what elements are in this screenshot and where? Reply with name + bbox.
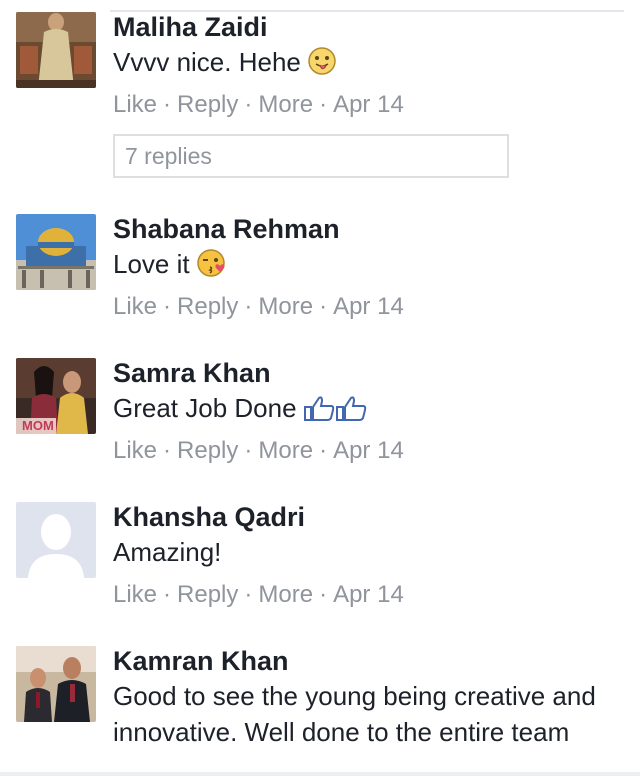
view-replies-button[interactable]: 7 replies xyxy=(113,134,509,178)
comment-meta: Like · Reply · More · Apr 14 xyxy=(113,437,404,464)
comment-text: Amazing! xyxy=(113,537,222,567)
comment-text: Good to see the young being creative and… xyxy=(113,681,596,747)
bottom-divider xyxy=(0,772,640,776)
comment-text: Vvvv nice. Hehe xyxy=(113,44,624,80)
avatar-caption: MOM xyxy=(22,418,54,433)
tongue-out-emoji-icon xyxy=(307,46,337,76)
kissing-wink-emoji-icon xyxy=(196,248,228,278)
commenter-name[interactable]: Kamran Khan xyxy=(113,646,624,676)
default-avatar-icon xyxy=(16,502,96,578)
comment-item: MOM Samra Khan Great Job Done Like · Reply… xyxy=(16,358,624,478)
reply-link[interactable]: Reply xyxy=(177,91,238,118)
commenter-name[interactable]: Shabana Rehman xyxy=(113,214,624,244)
comment-meta: Like · Reply · More · Apr 14 xyxy=(113,91,404,118)
comment-text: Love it xyxy=(113,246,624,282)
comment-text-content: Great Job Done xyxy=(113,393,297,423)
like-link[interactable]: Like xyxy=(113,437,157,464)
comment-text-content: Vvvv nice. Hehe xyxy=(113,47,301,77)
comment-date[interactable]: Apr 14 xyxy=(333,293,404,320)
more-link[interactable]: More xyxy=(258,293,313,320)
comment-date[interactable]: Apr 14 xyxy=(333,581,404,608)
comment-date[interactable]: Apr 14 xyxy=(333,437,404,464)
comment-item: Khansha Qadri Amazing! Like · Reply · More · A… xyxy=(16,502,624,622)
avatar[interactable] xyxy=(16,502,96,578)
more-link[interactable]: More xyxy=(258,581,313,608)
commenter-name[interactable]: Maliha Zaidi xyxy=(113,12,624,42)
avatar-photo xyxy=(16,214,96,290)
comment-item: Kamran Khan Good to see the young being … xyxy=(16,646,624,772)
reply-link[interactable]: Reply xyxy=(177,437,238,464)
commenter-name[interactable]: Samra Khan xyxy=(113,358,624,388)
avatar-photo xyxy=(16,12,96,88)
more-link[interactable]: More xyxy=(258,437,313,464)
avatar[interactable] xyxy=(16,646,96,722)
comment-text-content: Love it xyxy=(113,249,190,279)
reply-link[interactable]: Reply xyxy=(177,581,238,608)
comment-meta: Like · Reply · More · Apr 14 xyxy=(113,581,404,608)
avatar[interactable] xyxy=(16,214,96,290)
commenter-name[interactable]: Khansha Qadri xyxy=(113,502,624,532)
like-link[interactable]: Like xyxy=(113,91,157,118)
comment-text: Great Job Done xyxy=(113,390,624,426)
comment-meta: Like · Reply · More · Apr 14 xyxy=(113,293,404,320)
comment-item: Maliha Zaidi Vvvv nice. Hehe Like · Reply ·… xyxy=(16,12,624,182)
comment-date[interactable]: Apr 14 xyxy=(333,91,404,118)
thumbs-up-emoji-icon xyxy=(303,394,367,422)
more-link[interactable]: More xyxy=(258,91,313,118)
like-link[interactable]: Like xyxy=(113,293,157,320)
avatar[interactable] xyxy=(16,12,96,88)
like-link[interactable]: Like xyxy=(113,581,157,608)
avatar-photo xyxy=(16,646,96,722)
avatar[interactable]: MOM xyxy=(16,358,96,434)
comment-item: Shabana Rehman Love it Like · Reply · More · A… xyxy=(16,214,624,334)
reply-link[interactable]: Reply xyxy=(177,293,238,320)
